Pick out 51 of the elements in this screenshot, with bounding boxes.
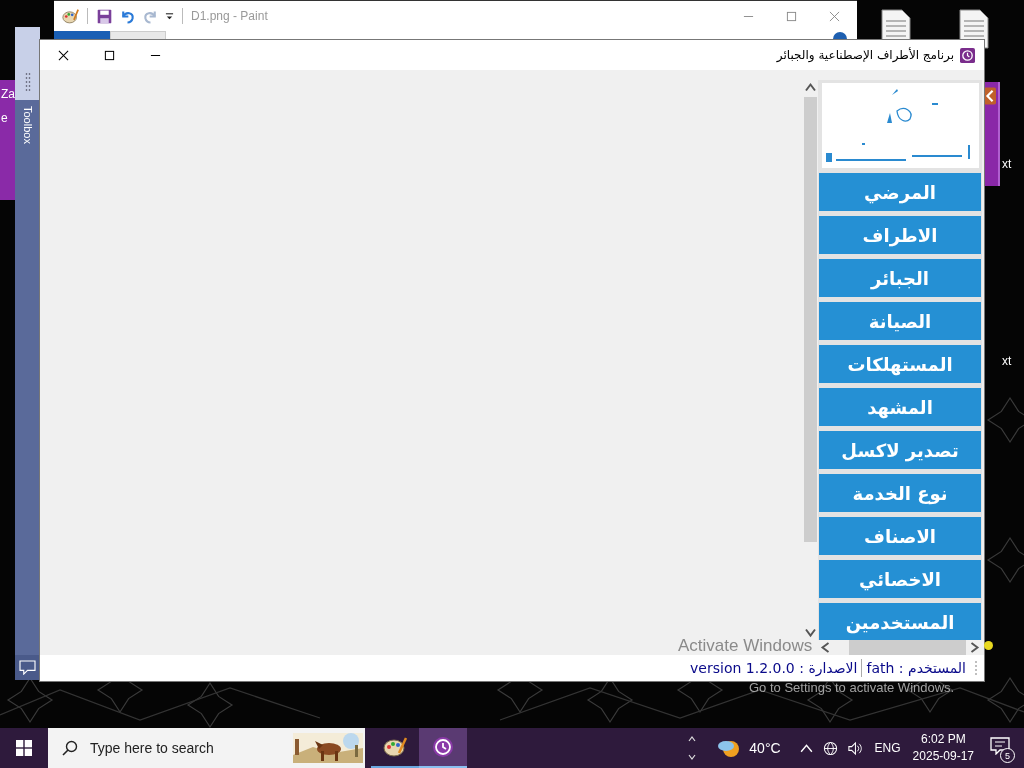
caret-icon[interactable]	[165, 11, 174, 21]
maximize-icon	[103, 49, 115, 61]
scroll-thumb[interactable]	[849, 640, 966, 655]
window-title: D1.png - Paint	[191, 9, 268, 23]
toolbox-tab[interactable]: Toolbox	[21, 106, 34, 150]
save-icon[interactable]	[96, 7, 113, 25]
status-dot-icon	[984, 641, 993, 650]
windows-icon	[16, 740, 32, 756]
sidebar-button[interactable]: الاخصائي	[819, 560, 981, 598]
clock-time[interactable]: 6:02 PM	[912, 731, 974, 748]
sidebar-button[interactable]: المستهلكات	[819, 345, 981, 383]
grip-icon[interactable]	[24, 72, 31, 92]
notification-badge: 5	[1000, 748, 1015, 763]
sidebar-button[interactable]: المستخدمين	[819, 603, 981, 640]
search-icon	[62, 740, 78, 756]
document-icon[interactable]	[880, 9, 912, 40]
palette-icon[interactable]	[62, 7, 79, 25]
sidebar-button[interactable]: الجبائر	[819, 259, 981, 297]
window-text: e	[1, 111, 8, 125]
taskbar-app[interactable]	[419, 728, 467, 768]
desktop-icon-label[interactable]: xt	[1002, 354, 1012, 368]
status-text: المستخدم : fath	[866, 660, 966, 676]
sidebar-button[interactable]: المشهد	[819, 388, 981, 426]
desktop-icon-label[interactable]: xt	[1002, 157, 1012, 171]
scrollbar[interactable]	[818, 640, 982, 655]
activation-title: Activate Windows	[678, 636, 813, 656]
maximize-icon[interactable]	[786, 10, 797, 22]
sidebar-button[interactable]: نوع الخدمة	[819, 474, 981, 512]
palette-icon	[383, 735, 407, 759]
globe-icon[interactable]	[822, 740, 838, 756]
weather-widget[interactable]: 40°C	[717, 736, 781, 760]
search-input[interactable]: Type here to search	[88, 739, 283, 757]
resize-grip-icon[interactable]	[974, 660, 978, 676]
speaker-icon[interactable]	[846, 740, 862, 756]
sidebar-button[interactable]: الصيانة	[819, 302, 981, 340]
notification-icon[interactable]	[990, 737, 1010, 755]
language-indicator[interactable]: ENG	[874, 741, 901, 755]
sidebar-button[interactable]: الاطراف	[819, 216, 981, 254]
status-text: الاصدارة : version 1.2.0.0	[690, 660, 858, 676]
clock-icon	[960, 47, 975, 63]
sidebar-button[interactable]: تصدير لاكسل	[819, 431, 981, 469]
chat-icon[interactable]	[19, 660, 36, 675]
search-field[interactable]: Type here to search	[48, 728, 365, 768]
window-text: Za	[1, 87, 15, 101]
clock-date[interactable]: 2025-09-17	[912, 748, 974, 765]
sidebar-button[interactable]: الاصناف	[819, 517, 981, 555]
activation-message: Go to Settings to activate Windows.	[749, 680, 955, 695]
clock-icon	[431, 735, 455, 759]
scroll-thumb[interactable]	[804, 97, 817, 542]
window-title: برنامج الأطراف الإصطناعية والجبائر	[776, 48, 954, 62]
sidebar-button[interactable]: المرضي	[819, 173, 981, 211]
